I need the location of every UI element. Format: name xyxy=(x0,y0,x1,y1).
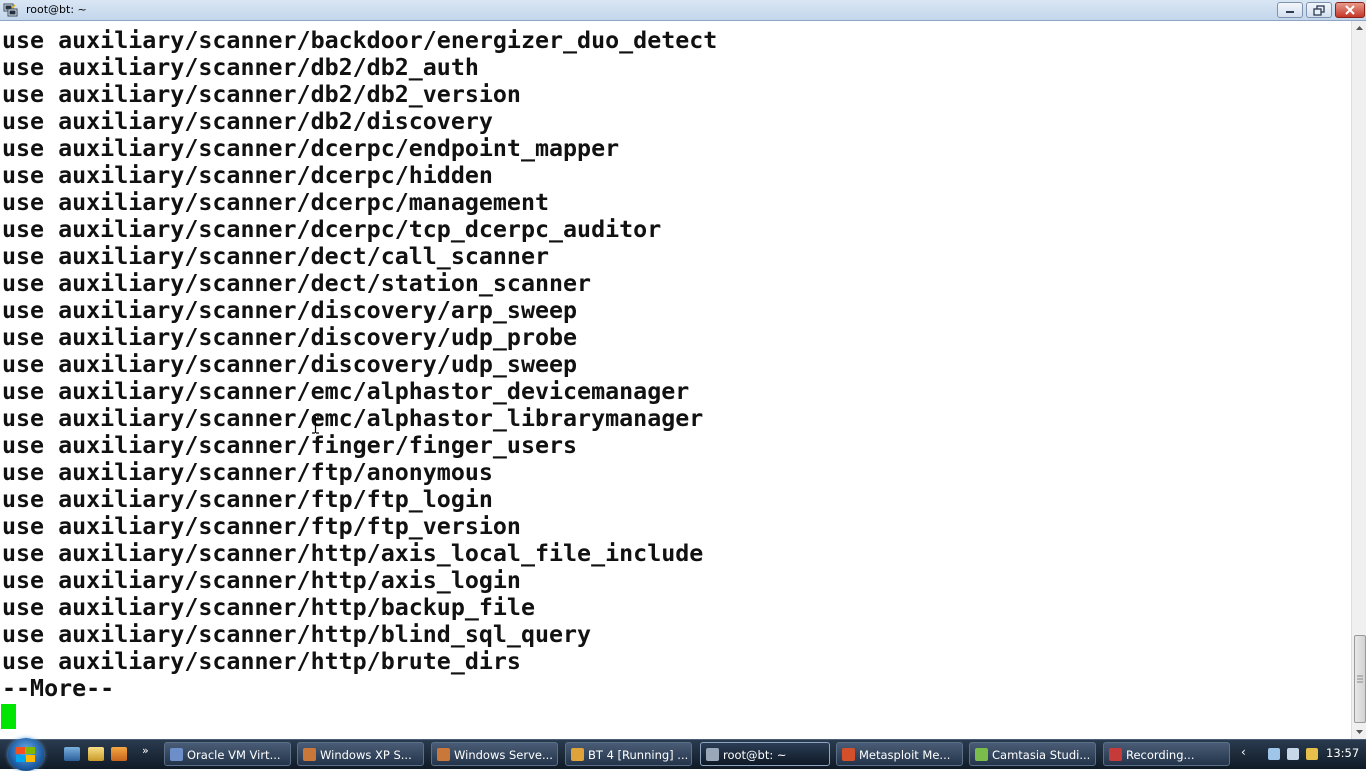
restore-button[interactable] xyxy=(1306,2,1332,18)
terminal-line: use auxiliary/scanner/ftp/ftp_login xyxy=(2,486,493,513)
window-title: root@bt: ~ xyxy=(26,3,87,16)
terminal-line: use auxiliary/scanner/http/blind_sql_que… xyxy=(2,621,592,648)
scroll-up-icon[interactable] xyxy=(1352,21,1366,36)
taskbar-item-virtualbox[interactable]: Oracle VM Virt... xyxy=(164,742,291,766)
terminal-line: use auxiliary/scanner/discovery/arp_swee… xyxy=(2,297,578,324)
terminal-output[interactable]: use auxiliary/scanner/backdoor/energizer… xyxy=(0,21,1351,739)
taskbar-item-windows-xp[interactable]: Windows XP S... xyxy=(297,742,424,766)
terminal-line: use auxiliary/scanner/dcerpc/tcp_dcerpc_… xyxy=(2,216,662,243)
terminal-line: use auxiliary/scanner/db2/db2_auth xyxy=(2,54,479,81)
terminal-line: use auxiliary/scanner/finger/finger_user… xyxy=(2,432,578,459)
taskbar-item-camtasia[interactable]: Camtasia Studi... xyxy=(969,742,1096,766)
close-icon xyxy=(1345,5,1355,15)
terminal-line: use auxiliary/scanner/db2/db2_version xyxy=(2,81,521,108)
taskbar-item-powerpoint[interactable]: Metasploit Me... xyxy=(836,742,963,766)
terminal-line: use auxiliary/scanner/dcerpc/hidden xyxy=(2,162,493,189)
network-icon[interactable] xyxy=(1268,748,1280,760)
terminal-line: use auxiliary/scanner/dcerpc/management xyxy=(2,189,550,216)
media-player-icon[interactable] xyxy=(111,747,127,761)
explorer-icon[interactable] xyxy=(88,747,104,761)
taskbar-item-label: Metasploit Me... xyxy=(859,748,951,762)
terminal-line: use auxiliary/scanner/discovery/udp_swee… xyxy=(2,351,578,378)
terminal-line: use auxiliary/scanner/dect/station_scann… xyxy=(2,270,592,297)
show-hidden-icons-icon[interactable]: ‹ xyxy=(1241,745,1246,759)
putty-icon xyxy=(3,3,18,17)
volume-icon[interactable] xyxy=(1287,748,1299,760)
taskbar-item-label: Windows Serve... xyxy=(454,748,553,762)
vm-window-icon xyxy=(571,748,584,761)
text-cursor-icon xyxy=(312,416,319,434)
taskbar-item-label: Camtasia Studi... xyxy=(992,748,1091,762)
taskbar-item-recording[interactable]: Recording... xyxy=(1103,742,1230,766)
terminal-cursor xyxy=(1,704,16,729)
taskbar: » Oracle VM Virt... Windows XP S... Wind… xyxy=(0,738,1366,771)
taskbar-item-label: Oracle VM Virt... xyxy=(187,748,281,762)
virtualbox-icon xyxy=(170,748,183,761)
terminal-line: use auxiliary/scanner/http/brute_dirs xyxy=(2,648,521,675)
taskbar-item-terminal[interactable]: root@bt: ~ xyxy=(700,742,830,766)
close-button[interactable] xyxy=(1335,2,1365,18)
pager-prompt: --More-- xyxy=(2,675,115,702)
terminal-line: use auxiliary/scanner/dcerpc/endpoint_ma… xyxy=(2,135,620,162)
taskbar-item-label: root@bt: ~ xyxy=(723,748,787,762)
terminal-line: use auxiliary/scanner/backdoor/energizer… xyxy=(2,27,718,54)
taskbar-item-label: BT 4 [Running] ... xyxy=(588,748,689,762)
title-bar[interactable]: root@bt: ~ xyxy=(0,0,1366,21)
vm-window-icon xyxy=(303,748,316,761)
scroll-down-icon[interactable] xyxy=(1352,724,1366,739)
terminal-line: use auxiliary/scanner/http/backup_file xyxy=(2,594,535,621)
taskbar-item-label: Recording... xyxy=(1126,748,1195,762)
restore-icon xyxy=(1313,5,1325,16)
camtasia-icon xyxy=(975,748,988,761)
putty-icon xyxy=(706,748,719,761)
terminal-line: use auxiliary/scanner/http/axis_local_fi… xyxy=(2,540,704,567)
terminal-line: use auxiliary/scanner/db2/discovery xyxy=(2,108,493,135)
chevron-right-icon[interactable]: » xyxy=(142,744,149,757)
shield-icon[interactable] xyxy=(1306,748,1318,760)
minimize-icon xyxy=(1286,11,1294,13)
clock[interactable]: 13:57 xyxy=(1326,746,1359,760)
terminal-line: use auxiliary/scanner/dect/call_scanner xyxy=(2,243,550,270)
recording-icon xyxy=(1109,748,1122,761)
terminal-line: use auxiliary/scanner/http/axis_login xyxy=(2,567,521,594)
powerpoint-icon xyxy=(842,748,855,761)
taskbar-item-bt4[interactable]: BT 4 [Running] ... xyxy=(565,742,692,766)
minimize-button[interactable] xyxy=(1277,2,1303,18)
terminal-line: use auxiliary/scanner/discovery/udp_prob… xyxy=(2,324,578,351)
windows-logo-icon xyxy=(16,747,35,762)
taskbar-item-windows-server[interactable]: Windows Serve... xyxy=(431,742,558,766)
terminal-line: use auxiliary/scanner/emc/alphastor_devi… xyxy=(2,378,690,405)
vm-window-icon xyxy=(437,748,450,761)
grip-icon xyxy=(1357,675,1363,683)
terminal-line: use auxiliary/scanner/ftp/anonymous xyxy=(2,459,493,486)
terminal-line: use auxiliary/scanner/emc/alphastor_libr… xyxy=(2,405,704,432)
show-desktop-icon[interactable] xyxy=(64,747,80,761)
terminal-line: use auxiliary/scanner/ftp/ftp_version xyxy=(2,513,521,540)
scroll-thumb[interactable] xyxy=(1354,635,1366,723)
taskbar-item-label: Windows XP S... xyxy=(320,748,412,762)
vertical-scrollbar[interactable] xyxy=(1351,21,1366,739)
start-button[interactable] xyxy=(8,738,44,771)
